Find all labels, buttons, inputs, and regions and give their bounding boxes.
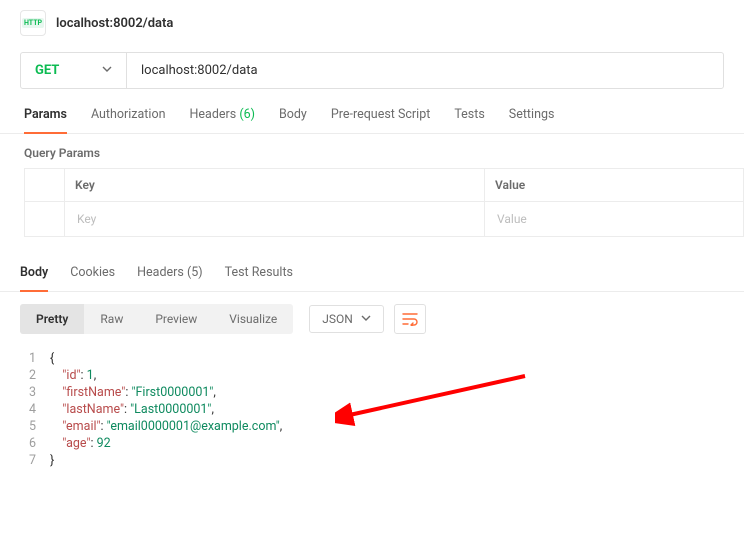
query-params-table: Key Value (24, 168, 744, 237)
http-method-dropdown[interactable]: GET (21, 53, 127, 88)
view-pretty[interactable]: Pretty (20, 304, 84, 334)
resp-tab-body[interactable]: Body (20, 265, 48, 292)
body-view-switch: Pretty Raw Preview Visualize (20, 304, 293, 334)
resp-tab-test-results[interactable]: Test Results (225, 265, 293, 291)
tab-pre-request[interactable]: Pre-request Script (331, 107, 430, 133)
col-value: Value (485, 169, 744, 202)
col-key: Key (65, 169, 485, 202)
wrap-icon (402, 312, 418, 326)
query-params-title: Query Params (0, 134, 744, 168)
json-age: 92 (97, 436, 111, 451)
view-preview[interactable]: Preview (139, 304, 213, 334)
json-id: 1 (87, 368, 94, 383)
http-method-icon: HTTP (20, 10, 46, 36)
tab-authorization[interactable]: Authorization (91, 107, 166, 133)
body-format-dropdown[interactable]: JSON (309, 305, 384, 333)
json-lastname: Last0000001 (134, 402, 207, 417)
resp-tab-cookies[interactable]: Cookies (70, 265, 115, 291)
resp-tab-headers-label: Headers (137, 265, 184, 280)
tab-headers[interactable]: Headers (6) (189, 107, 254, 133)
resp-tab-headers[interactable]: Headers (5) (137, 265, 202, 291)
tab-settings[interactable]: Settings (509, 107, 555, 133)
tab-headers-count: (6) (239, 107, 255, 122)
chevron-down-icon (361, 312, 371, 326)
request-url-input[interactable] (127, 53, 723, 88)
http-method-label: GET (35, 63, 59, 78)
qp-key-input[interactable] (75, 211, 474, 227)
qp-value-input[interactable] (495, 211, 733, 227)
json-firstname: First0000001 (136, 385, 210, 400)
wrap-lines-button[interactable] (394, 304, 426, 334)
view-visualize[interactable]: Visualize (213, 304, 293, 334)
tab-headers-label: Headers (189, 107, 236, 122)
chevron-down-icon (102, 63, 112, 78)
table-row (25, 202, 744, 237)
tab-tests[interactable]: Tests (454, 107, 484, 133)
body-format-label: JSON (322, 312, 353, 326)
json-email: email0000001@example.com (110, 419, 275, 434)
view-raw[interactable]: Raw (84, 304, 139, 334)
tab-params[interactable]: Params (24, 107, 67, 134)
resp-tab-headers-count: (5) (187, 265, 203, 280)
response-body: 1{ 2 "id": 1, 3 "firstName": "First00000… (0, 346, 744, 509)
request-title: localhost:8002/data (56, 16, 173, 31)
tab-body[interactable]: Body (279, 107, 307, 133)
